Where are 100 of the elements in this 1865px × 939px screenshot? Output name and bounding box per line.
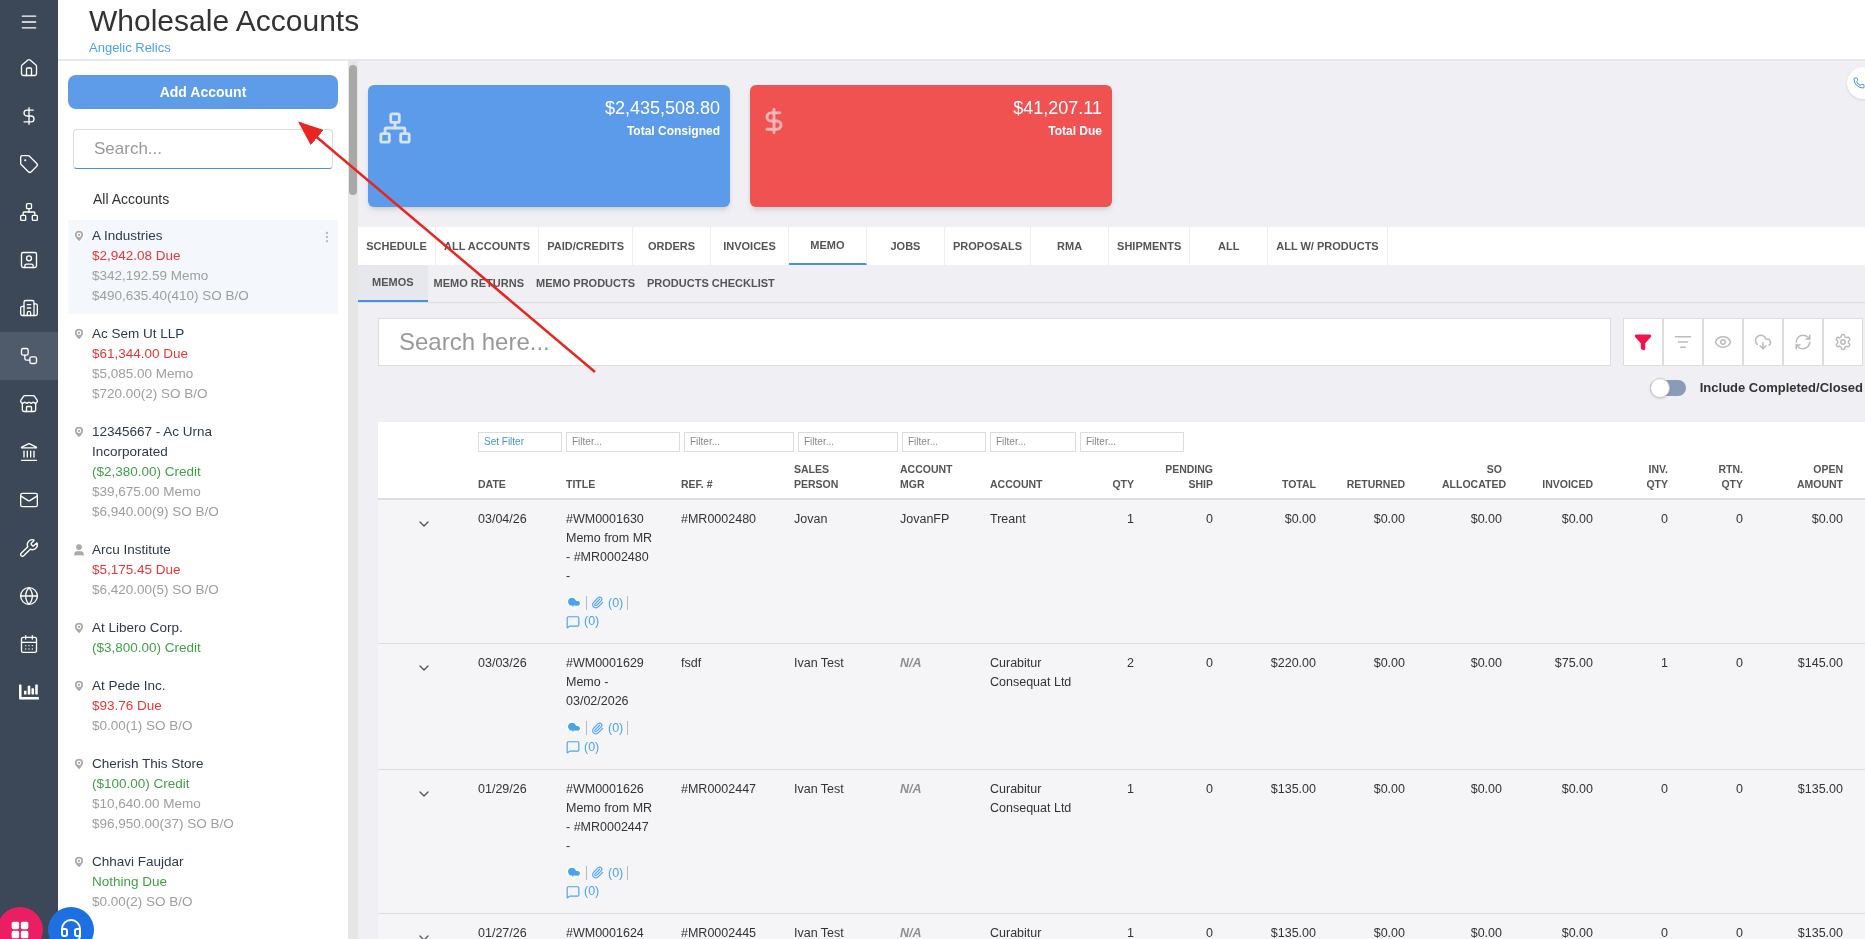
table-cell-text: $135.00: [1270, 780, 1316, 798]
tab[interactable]: MEMO: [789, 227, 867, 265]
tab[interactable]: PAID/CREDITS: [539, 227, 633, 265]
table-cell-text: 0: [1661, 510, 1668, 528]
table-cell-text: $0.00: [1811, 510, 1843, 528]
column-header[interactable]: ACCOUNT MGR: [900, 461, 960, 492]
tag-icon: [19, 154, 39, 174]
headset-icon: [59, 918, 83, 939]
column-filter-field[interactable]: Filter...: [566, 431, 680, 452]
toggle-switch[interactable]: [1649, 379, 1686, 396]
table-cell-text: $0.00: [1470, 655, 1502, 672]
search-field[interactable]: Search here...: [378, 318, 1611, 366]
account-name: A Industries: [92, 227, 164, 245]
subtab[interactable]: MEMO PRODUCTS: [530, 265, 641, 302]
account-amount: $61,344.00 Due: [92, 345, 190, 363]
comment-icon: [566, 614, 580, 629]
table-cell-text: Jovan: [794, 510, 829, 528]
settings-icon: [1834, 333, 1852, 351]
table-cell-text: fsdf: [681, 655, 703, 672]
scrollbar[interactable]: [348, 61, 358, 939]
subtab[interactable]: MEMOS: [358, 265, 428, 302]
table-cell-text: 2: [1127, 655, 1134, 672]
column-header[interactable]: ACCOUNT: [990, 476, 1043, 492]
column-header[interactable]: TITLE: [566, 476, 596, 492]
column-header[interactable]: INVOICED: [1542, 476, 1593, 492]
column-filter-field[interactable]: Filter...: [798, 431, 898, 452]
account-amount: $39,675.00 Memo: [92, 483, 202, 501]
column-header[interactable]: TOTAL: [1281, 476, 1316, 492]
phone-icon: [1853, 77, 1865, 89]
table-cell-text: #WM0001630 Memo from MR - #MR0002480 -: [566, 510, 654, 585]
table-cell-text: $0.00: [1561, 925, 1593, 939]
table-cell-text: 0: [1661, 925, 1668, 939]
tab[interactable]: JOBS: [867, 227, 945, 265]
column-header[interactable]: PENDING SHIP: [1163, 461, 1213, 492]
account-item[interactable]: A Industries $2,942.08 Due $342,192.59 Memo $490,635.40(410) SO B/O: [68, 220, 338, 314]
account-name: Chhavi Faujdar: [92, 853, 185, 871]
column-header[interactable]: QTY: [1112, 476, 1134, 492]
column-filter-field[interactable]: Filter...: [1080, 431, 1184, 452]
filter-icon: [1634, 333, 1652, 351]
cloud-download-icon: [566, 864, 582, 881]
table-cell-text: 0: [1206, 510, 1213, 528]
table-cell-text: Curabitur Consequat Ltd: [990, 780, 1073, 817]
tab[interactable]: RMA: [1031, 227, 1110, 265]
table-cell-text: 1: [1661, 655, 1668, 672]
table-cell-text: 01/27/26: [478, 925, 528, 939]
account-search-field[interactable]: Search...: [73, 129, 333, 169]
scrollbar-thumb[interactable]: [349, 65, 357, 195]
stat-label: Total Due: [1048, 123, 1102, 140]
table-cell-text: #WM0001629 Memo - 03/02/2026: [566, 655, 645, 710]
hierarchy-icon: [19, 346, 39, 366]
account-amount: $490,635.40(410) SO B/O: [92, 287, 250, 305]
column-header[interactable]: RTN. QTY: [1707, 461, 1743, 492]
account-amount: $5,085.00 Memo: [92, 365, 195, 383]
nav-item[interactable]: [0, 332, 58, 380]
column-header[interactable]: SALES PERSON: [794, 461, 844, 492]
table-cell-text: 0: [1736, 780, 1743, 798]
all-accounts-link[interactable]: All Accounts: [93, 189, 348, 210]
paperclip-icon: [591, 866, 604, 880]
table-cell-text: $0.00: [1470, 780, 1502, 798]
table-cell-text: JovanFP: [900, 510, 951, 528]
tab[interactable]: ALL W/ PRODUCTS: [1268, 227, 1388, 265]
column-header[interactable]: DATE: [478, 476, 506, 492]
table-cell-text: 0: [1206, 925, 1213, 939]
column-header[interactable]: OPEN AMOUNT: [1793, 461, 1843, 492]
account-amount: $2,942.08 Due: [92, 247, 182, 265]
column-header[interactable]: REF. #: [681, 476, 713, 492]
account-amount: ($100.00) Credit: [92, 775, 191, 793]
tab[interactable]: ORDERS: [633, 227, 711, 265]
account-name: Arcu Institute: [92, 541, 172, 559]
account-name: At Pede Inc.: [92, 677, 167, 695]
table-cell-text: Ivan Test: [794, 655, 845, 672]
column-header[interactable]: RETURNED: [1346, 476, 1405, 492]
location-pin-icon: [72, 228, 86, 244]
grid-icon: [10, 920, 30, 939]
table-row[interactable]: 01/27/26 #WM0001624 #MR0002445 Ivan Test N/A Curabitur 1 0 $135.00 $0.00 $0.00 $0.00 0 0 $135.00: [378, 914, 1865, 939]
column-filter-field[interactable]: Filter...: [902, 431, 986, 452]
wrench-icon: [19, 538, 39, 558]
tab[interactable]: INVOICES: [711, 227, 789, 265]
column-filter-field[interactable]: Filter...: [684, 431, 794, 452]
eye-icon: [1714, 333, 1732, 351]
account-name: 12345667 - Ac Urna Incorporated: [92, 423, 214, 461]
account-amount: $96,950.00(37) SO B/O: [92, 815, 235, 833]
table-cell-text: $220.00: [1270, 655, 1316, 672]
tab[interactable]: ALL: [1190, 227, 1269, 265]
column-header[interactable]: INV. QTY: [1634, 461, 1668, 492]
location-pin-icon: [72, 620, 86, 636]
tab[interactable]: SHIPMENTS: [1109, 227, 1191, 265]
org-chart-icon: [378, 111, 412, 145]
subtab[interactable]: PRODUCTS CHECKLIST: [641, 265, 781, 302]
account-amount: $93.76 Due: [92, 697, 163, 715]
tab[interactable]: PROPOSALS: [945, 227, 1032, 265]
table-cell-text: $75.00: [1554, 655, 1593, 672]
column-filter-field[interactable]: Filter...: [990, 431, 1076, 452]
filter-button[interactable]: [1623, 318, 1663, 366]
location-pin-icon: [72, 756, 86, 772]
account-amount: ($3,800.00) Credit: [92, 639, 202, 657]
table-cell-text: #WM0001624: [566, 925, 645, 939]
account-amount: $720.00(2) SO B/O: [92, 385, 209, 403]
toggle-label: Include Completed/Closed: [1699, 379, 1863, 397]
table-cell-text: $0.00: [1470, 925, 1502, 939]
